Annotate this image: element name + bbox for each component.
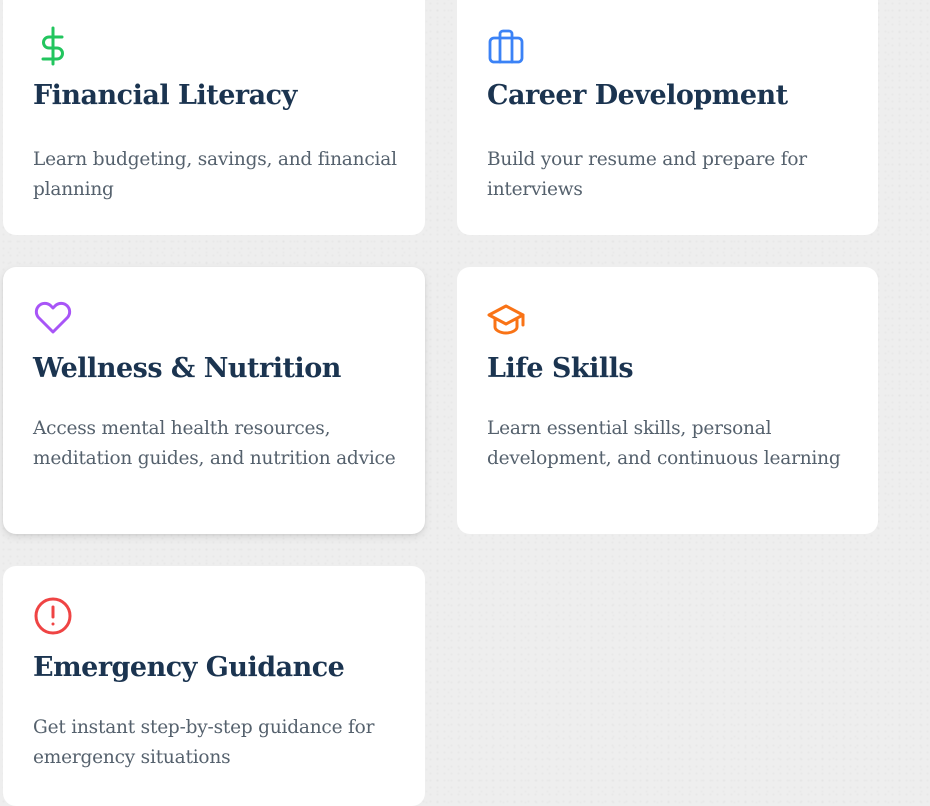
card-career-development[interactable]: Career Development Build your resume and…	[457, 0, 878, 235]
graduation-cap-icon	[487, 301, 527, 341]
card-life-skills[interactable]: Life Skills Learn essential skills, pers…	[457, 267, 878, 534]
card-title: Life Skills	[487, 353, 634, 384]
card-emergency-guidance[interactable]: Emergency Guidance Get instant step-by-s…	[3, 566, 425, 806]
card-description: Learn budgeting, savings, and financial …	[33, 149, 397, 200]
card-financial-literacy[interactable]: Financial Literacy Learn budgeting, savi…	[3, 0, 425, 235]
card-title: Career Development	[487, 80, 788, 111]
heart-icon	[33, 297, 73, 337]
card-title: Wellness & Nutrition	[33, 353, 341, 384]
card-title: Financial Literacy	[33, 80, 297, 111]
card-description: Access mental health resources, meditati…	[33, 418, 396, 469]
card-description: Get instant step-by-step guidance for em…	[33, 717, 375, 768]
card-title: Emergency Guidance	[33, 652, 345, 683]
dollar-icon	[35, 26, 75, 66]
card-description: Build your resume and prepare for interv…	[487, 149, 807, 200]
card-description: Learn essential skills, personal develop…	[487, 418, 841, 469]
briefcase-icon	[487, 28, 527, 68]
card-wellness-nutrition[interactable]: Wellness & Nutrition Access mental healt…	[3, 267, 425, 534]
alert-circle-icon	[33, 596, 73, 636]
